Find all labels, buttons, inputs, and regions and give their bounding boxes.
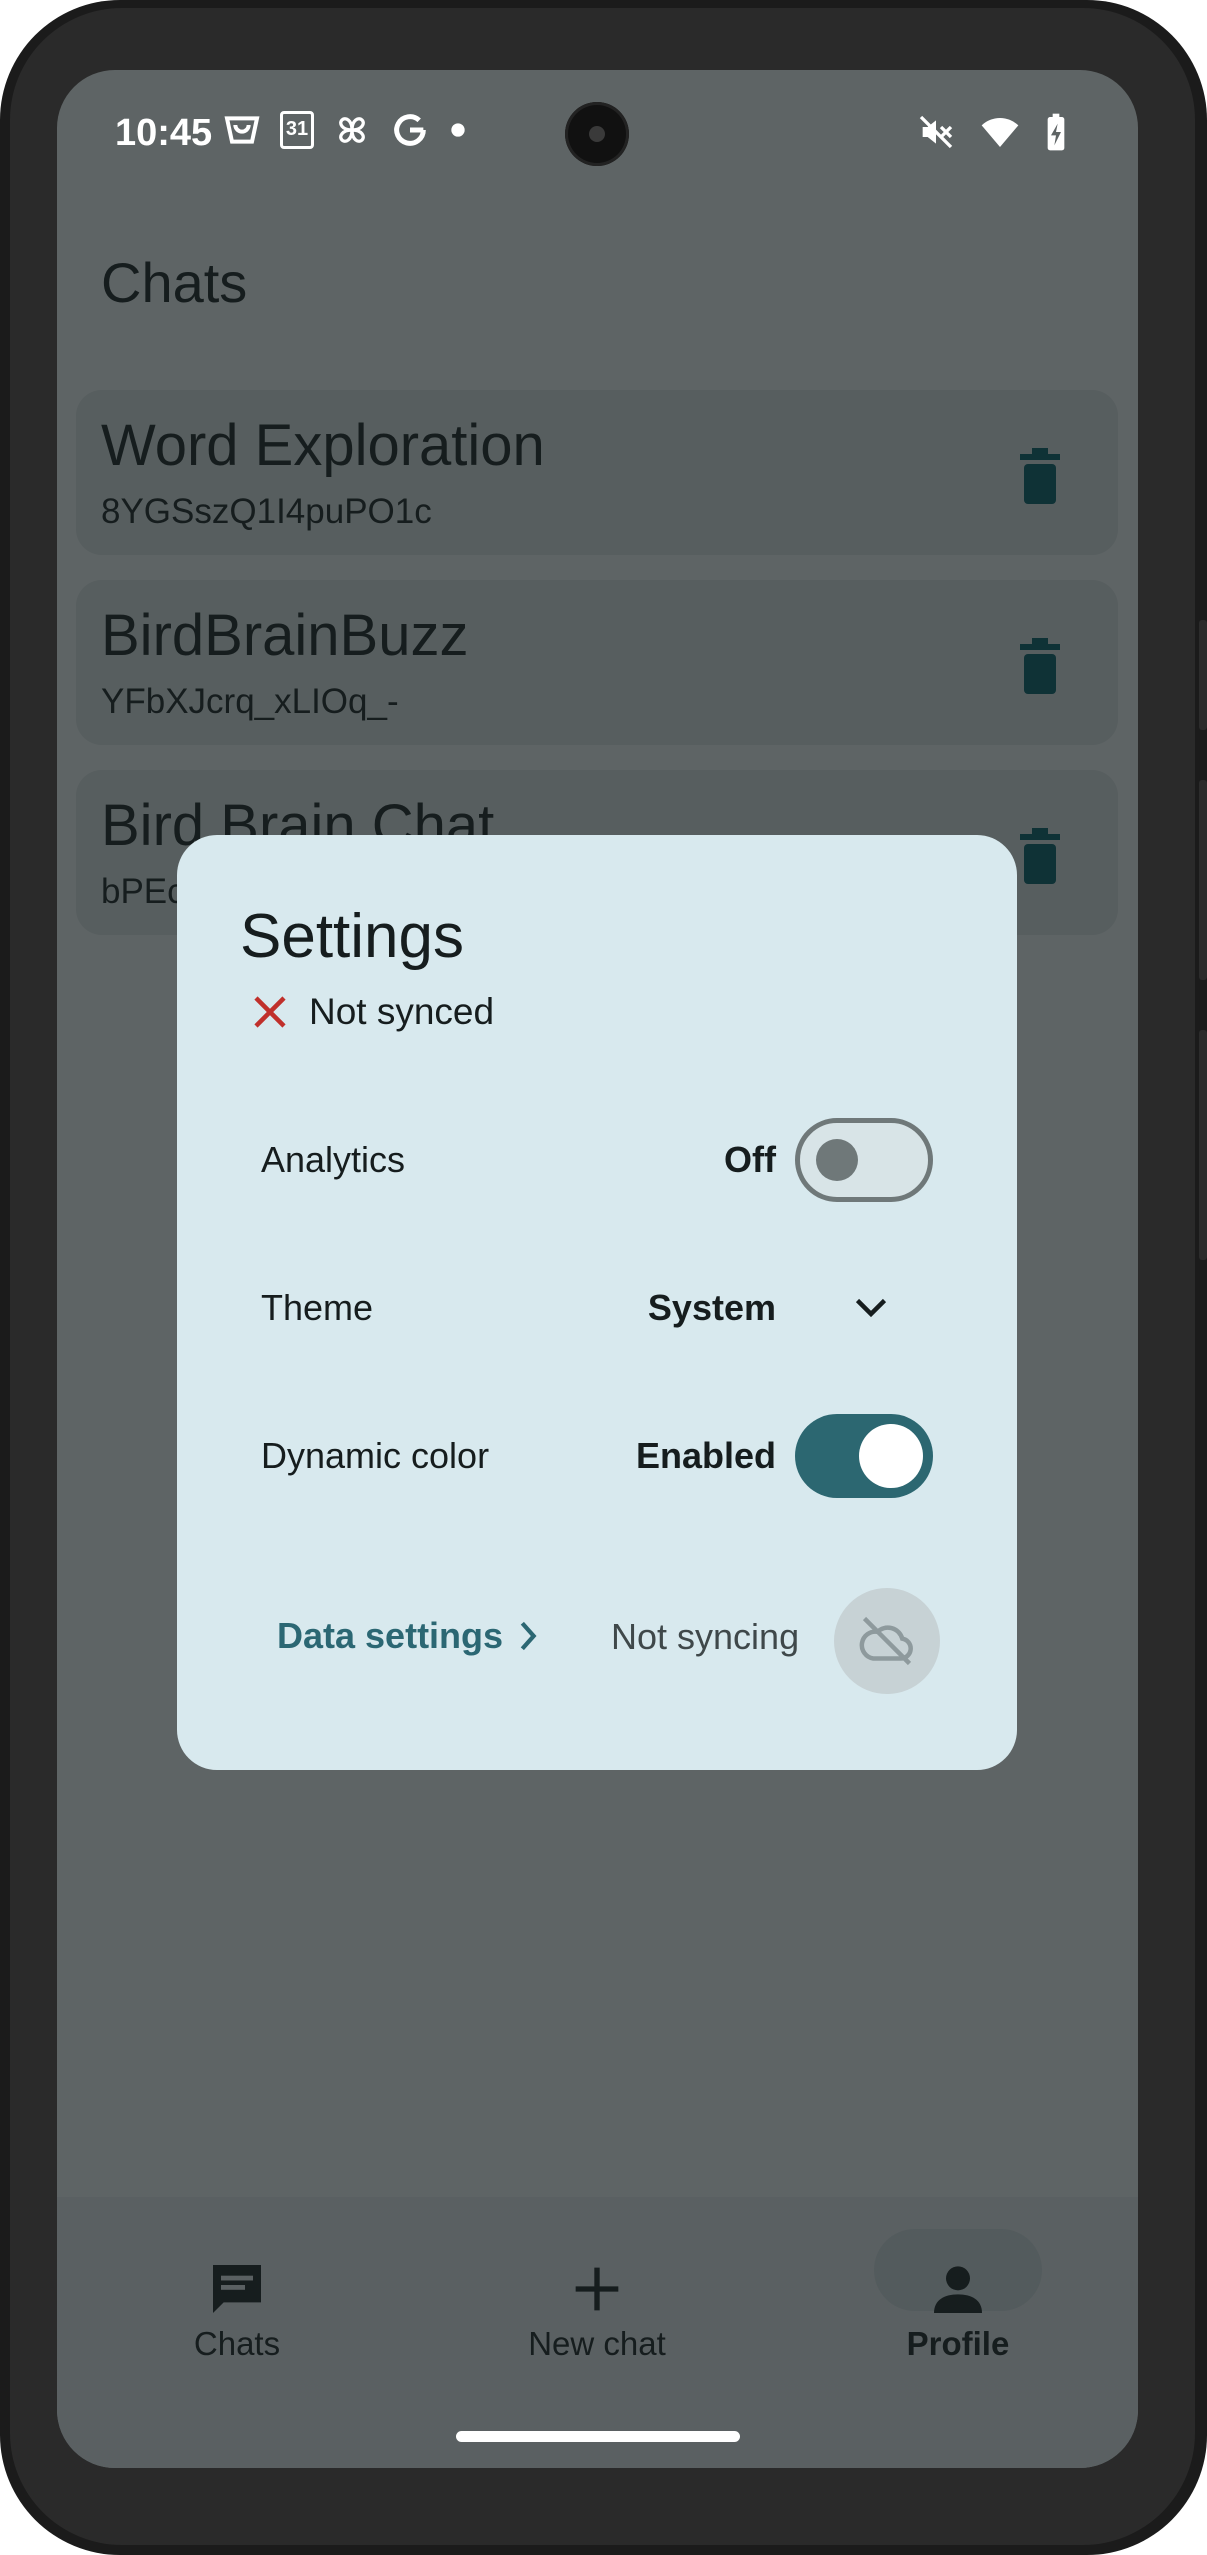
- nav-new-chat[interactable]: New chat: [417, 2197, 777, 2397]
- dialog-title: Settings: [240, 902, 465, 971]
- delete-icon[interactable]: [1020, 448, 1060, 504]
- chat-card[interactable]: Word Exploration 8YGSszQ1I4puPO1c: [76, 390, 1118, 555]
- side-button-volume: [1199, 780, 1207, 980]
- status-right-icons: [916, 112, 1068, 152]
- dynamic-color-toggle[interactable]: [795, 1414, 933, 1498]
- chat-title: Word Exploration: [101, 413, 545, 478]
- google-icon: [394, 114, 426, 146]
- front-camera: [565, 102, 629, 166]
- data-settings-button[interactable]: Data settings: [277, 1615, 539, 1657]
- dynamic-color-value: Enabled: [635, 1435, 776, 1476]
- toggle-thumb: [859, 1424, 923, 1488]
- sync-status: Not synced: [249, 991, 494, 1033]
- syncing-status: Not syncing: [611, 1616, 800, 1657]
- chat-icon: [213, 2265, 261, 2313]
- chat-id: bPEc: [101, 872, 185, 911]
- chat-id: YFbXJcrq_xLIOq_-: [101, 682, 399, 721]
- nav-profile[interactable]: Profile: [778, 2197, 1138, 2397]
- home-indicator[interactable]: [456, 2431, 740, 2442]
- sync-status-text: Not synced: [309, 991, 495, 1032]
- dot-icon: [451, 123, 465, 137]
- chevron-right-icon: [520, 1621, 537, 1651]
- data-settings-label: Data settings: [277, 1615, 504, 1656]
- page-title: Chats: [101, 251, 248, 314]
- sync-button[interactable]: [834, 1588, 940, 1694]
- delete-icon[interactable]: [1020, 828, 1060, 884]
- nav-chats[interactable]: Chats: [57, 2197, 417, 2397]
- side-button-upper: [1199, 620, 1207, 730]
- wifi-icon: [981, 118, 1019, 147]
- toggle-thumb: [816, 1139, 858, 1181]
- dynamic-color-label: Dynamic color: [261, 1435, 490, 1476]
- analytics-row: Analytics Off: [261, 1115, 933, 1205]
- theme-label: Theme: [261, 1287, 374, 1328]
- chevron-down-icon[interactable]: [853, 1296, 889, 1320]
- person-icon: [934, 2266, 982, 2313]
- dynamic-color-row: Dynamic color Enabled: [261, 1411, 933, 1501]
- theme-select[interactable]: System: [648, 1287, 776, 1329]
- settings-dialog: Settings Not synced Analytics Off Theme …: [177, 835, 1017, 1770]
- vibrate-off-icon: [919, 115, 953, 149]
- side-button-power: [1199, 1030, 1207, 1260]
- analytics-toggle[interactable]: [795, 1118, 933, 1202]
- close-x-icon: [254, 996, 286, 1028]
- status-bar: 10:45 31: [57, 70, 1138, 200]
- pinwheel-icon: [339, 117, 365, 143]
- bottom-navigation: Chats New chat Profile: [57, 2197, 1138, 2468]
- plus-icon: [575, 2267, 619, 2311]
- delete-icon[interactable]: [1020, 638, 1060, 694]
- chat-card[interactable]: BirdBrainBuzz YFbXJcrq_xLIOq_-: [76, 580, 1118, 745]
- phone-frame: 10:45 31 Chats Word Exploration 8YGSszQ1…: [0, 0, 1207, 2555]
- analytics-label: Analytics: [261, 1139, 406, 1180]
- chat-title: BirdBrainBuzz: [101, 603, 469, 668]
- calendar-icon: 31: [280, 111, 314, 149]
- cloud-off-icon: [859, 1616, 913, 1666]
- battery-charging-icon: [1047, 113, 1065, 151]
- chat-id: 8YGSszQ1I4puPO1c: [101, 492, 432, 531]
- status-left-icons: 31: [222, 110, 468, 150]
- shopping-bag-icon: [224, 116, 260, 144]
- nav-label: Chats: [193, 2325, 281, 2362]
- theme-row: Theme System: [261, 1263, 933, 1353]
- nav-label: Profile: [906, 2325, 1010, 2362]
- analytics-value: Off: [724, 1139, 776, 1180]
- nav-label: New chat: [528, 2325, 666, 2362]
- status-time: 10:45: [115, 112, 213, 154]
